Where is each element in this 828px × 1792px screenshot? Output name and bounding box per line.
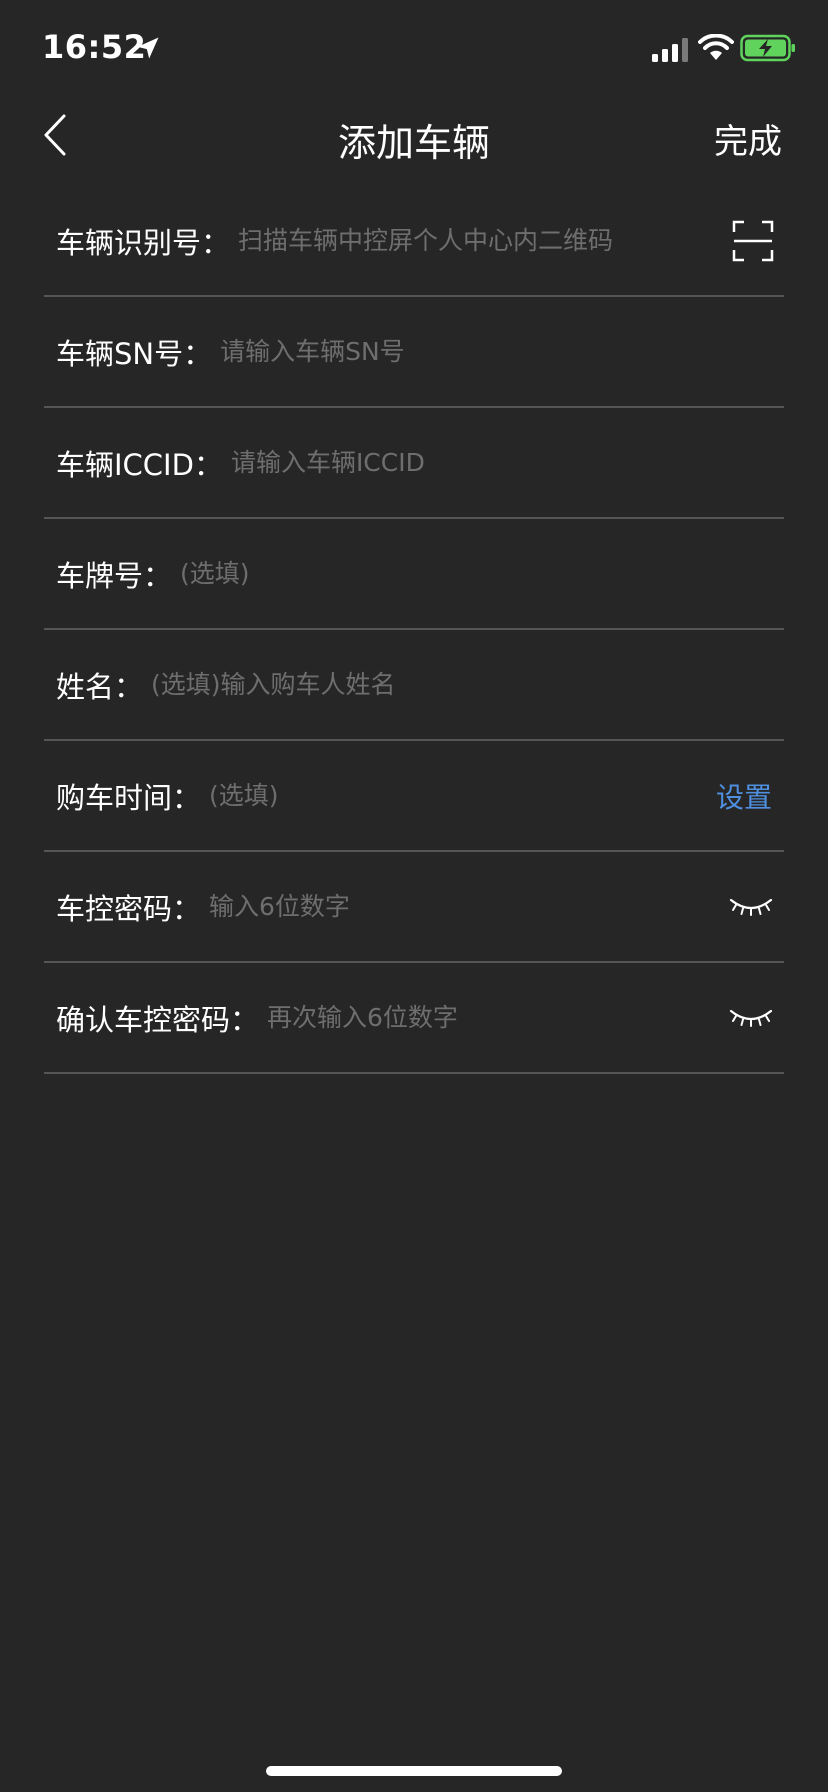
- confirm-password-input[interactable]: [259, 1003, 728, 1032]
- control-password-input[interactable]: [201, 892, 728, 921]
- sn-row: 车辆SN号：: [44, 297, 784, 408]
- cellular-signal-icon: [652, 38, 688, 62]
- scan-qr-icon[interactable]: [732, 220, 774, 262]
- name-row: 姓名：: [44, 630, 784, 741]
- page-title: 添加车辆: [337, 121, 490, 165]
- purchase-time-row: 购车时间： 设置: [44, 741, 784, 852]
- status-time: 16:52: [42, 28, 147, 66]
- plate-row: 车牌号：: [44, 519, 784, 630]
- add-vehicle-form: 车辆识别号： 车辆SN号： 车辆ICCID： 车牌号： 姓名： 购车时间： 设置…: [44, 186, 784, 1074]
- vin-input[interactable]: [230, 226, 732, 255]
- wifi-icon: [698, 34, 734, 60]
- eye-closed-icon[interactable]: [728, 894, 774, 920]
- vin-row: 车辆识别号：: [44, 186, 784, 297]
- nav-bar: 添加车辆 完成: [0, 100, 828, 176]
- status-bar: 16:52: [0, 0, 828, 100]
- iccid-input[interactable]: [222, 448, 784, 477]
- confirm-password-label: 确认车控密码：: [56, 1002, 260, 1037]
- control-password-label: 车控密码：: [56, 891, 202, 926]
- name-label: 姓名：: [56, 669, 144, 704]
- battery-charging-icon: [740, 34, 795, 62]
- plate-input[interactable]: [172, 559, 784, 588]
- purchase-time-input[interactable]: [201, 781, 716, 810]
- sn-input[interactable]: [212, 337, 784, 366]
- eye-closed-icon[interactable]: [728, 1005, 774, 1031]
- control-password-row: 车控密码：: [44, 852, 784, 963]
- name-input[interactable]: [143, 670, 784, 699]
- confirm-password-row: 确认车控密码：: [44, 963, 784, 1074]
- done-button[interactable]: 完成: [714, 114, 782, 163]
- vin-label: 车辆识别号：: [56, 225, 231, 260]
- back-button[interactable]: [38, 110, 78, 160]
- location-arrow-icon: [137, 37, 159, 59]
- sn-label: 车辆SN号：: [56, 336, 213, 371]
- iccid-label: 车辆ICCID：: [56, 447, 223, 482]
- set-purchase-time-button[interactable]: 设置: [716, 776, 784, 816]
- purchase-time-label: 购车时间：: [56, 780, 202, 815]
- iccid-row: 车辆ICCID：: [44, 408, 784, 519]
- home-indicator[interactable]: [266, 1766, 562, 1776]
- plate-label: 车牌号：: [56, 558, 173, 593]
